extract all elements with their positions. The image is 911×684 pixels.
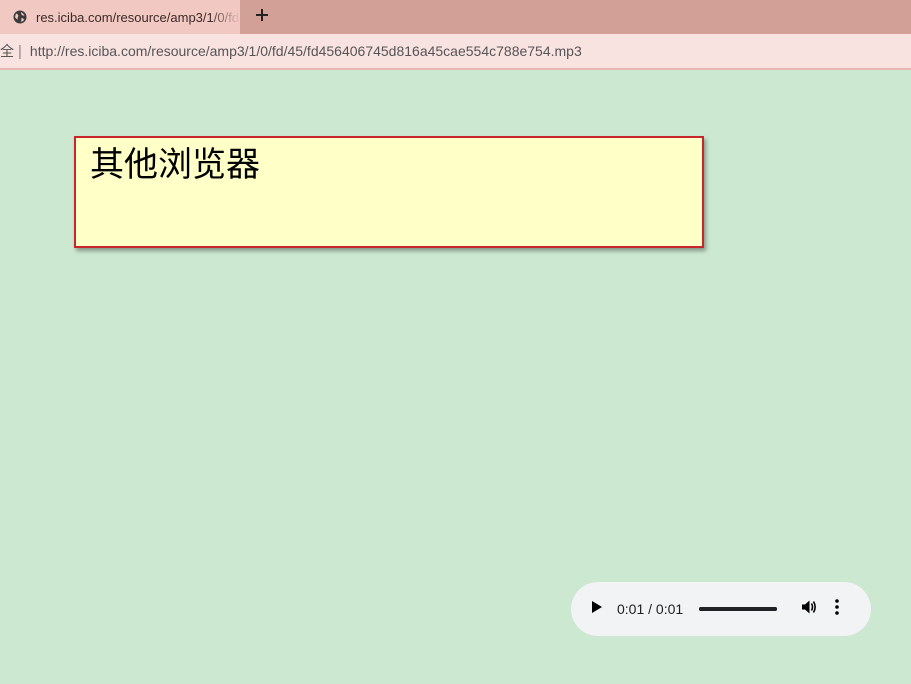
plus-icon bbox=[255, 8, 269, 27]
address-separator: | bbox=[18, 42, 22, 60]
browser-tab[interactable]: res.iciba.com/resource/amp3/1/0/fd/45/fd… bbox=[0, 0, 240, 34]
address-url[interactable]: http://res.iciba.com/resource/amp3/1/0/f… bbox=[30, 43, 582, 59]
more-vert-icon bbox=[835, 598, 839, 620]
play-icon bbox=[591, 600, 603, 619]
tab-strip: res.iciba.com/resource/amp3/1/0/fd/45/fd… bbox=[0, 0, 911, 34]
audio-player: 0:01 / 0:01 bbox=[571, 582, 871, 636]
globe-icon bbox=[12, 9, 28, 25]
new-tab-button[interactable] bbox=[250, 5, 274, 29]
volume-button[interactable] bbox=[799, 599, 819, 619]
progress-fill bbox=[699, 607, 778, 611]
browser-notice-box: 其他浏览器 bbox=[74, 136, 704, 248]
more-options-button[interactable] bbox=[831, 598, 843, 620]
security-indicator[interactable]: 全 bbox=[0, 41, 14, 61]
volume-icon bbox=[800, 598, 818, 621]
address-toolbar: 全 | http://res.iciba.com/resource/amp3/1… bbox=[0, 34, 911, 70]
time-display: 0:01 / 0:01 bbox=[617, 601, 684, 617]
progress-slider[interactable] bbox=[699, 607, 778, 611]
notice-text: 其他浏览器 bbox=[90, 145, 260, 185]
tab-title: res.iciba.com/resource/amp3/1/0/fd/45/fd… bbox=[36, 9, 240, 25]
play-button[interactable] bbox=[589, 600, 605, 619]
